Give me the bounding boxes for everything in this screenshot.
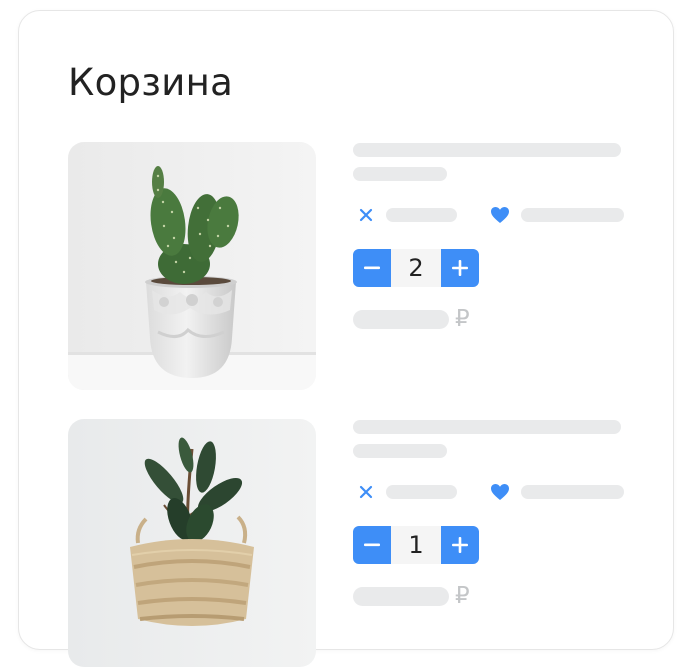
quantity-value[interactable]: 1 bbox=[391, 526, 441, 564]
remove-label-placeholder bbox=[386, 208, 457, 222]
minus-icon bbox=[364, 266, 380, 270]
ficus-image bbox=[68, 419, 316, 667]
minus-icon bbox=[364, 543, 380, 547]
price-placeholder bbox=[353, 310, 449, 329]
quantity-stepper: 1 bbox=[353, 526, 479, 564]
price-placeholder bbox=[353, 587, 449, 606]
currency-symbol: ₽ bbox=[455, 306, 470, 332]
remove-label-placeholder bbox=[386, 485, 457, 499]
product-title-placeholder bbox=[353, 143, 621, 157]
favorite-label-placeholder bbox=[521, 208, 624, 222]
decrement-button[interactable] bbox=[353, 526, 391, 564]
decrement-button[interactable] bbox=[353, 249, 391, 287]
cart-item: 1 ₽ bbox=[68, 419, 628, 667]
product-image-cactus[interactable] bbox=[68, 142, 316, 390]
quantity-value[interactable]: 2 bbox=[391, 249, 441, 287]
close-icon[interactable] bbox=[357, 206, 375, 224]
plus-icon bbox=[452, 260, 468, 276]
quantity-stepper: 2 bbox=[353, 249, 479, 287]
close-icon[interactable] bbox=[357, 483, 375, 501]
heart-icon[interactable] bbox=[488, 482, 512, 502]
product-subtitle-placeholder bbox=[353, 444, 447, 458]
product-image-ficus[interactable] bbox=[68, 419, 316, 667]
product-subtitle-placeholder bbox=[353, 167, 447, 181]
favorite-label-placeholder bbox=[521, 485, 624, 499]
page-title: Корзина bbox=[68, 61, 234, 104]
product-title-placeholder bbox=[353, 420, 621, 434]
currency-symbol: ₽ bbox=[455, 583, 470, 609]
cactus-image bbox=[68, 142, 316, 390]
heart-icon[interactable] bbox=[488, 205, 512, 225]
increment-button[interactable] bbox=[441, 526, 479, 564]
cart-item: 2 ₽ bbox=[68, 142, 628, 390]
plus-icon bbox=[452, 537, 468, 553]
increment-button[interactable] bbox=[441, 249, 479, 287]
